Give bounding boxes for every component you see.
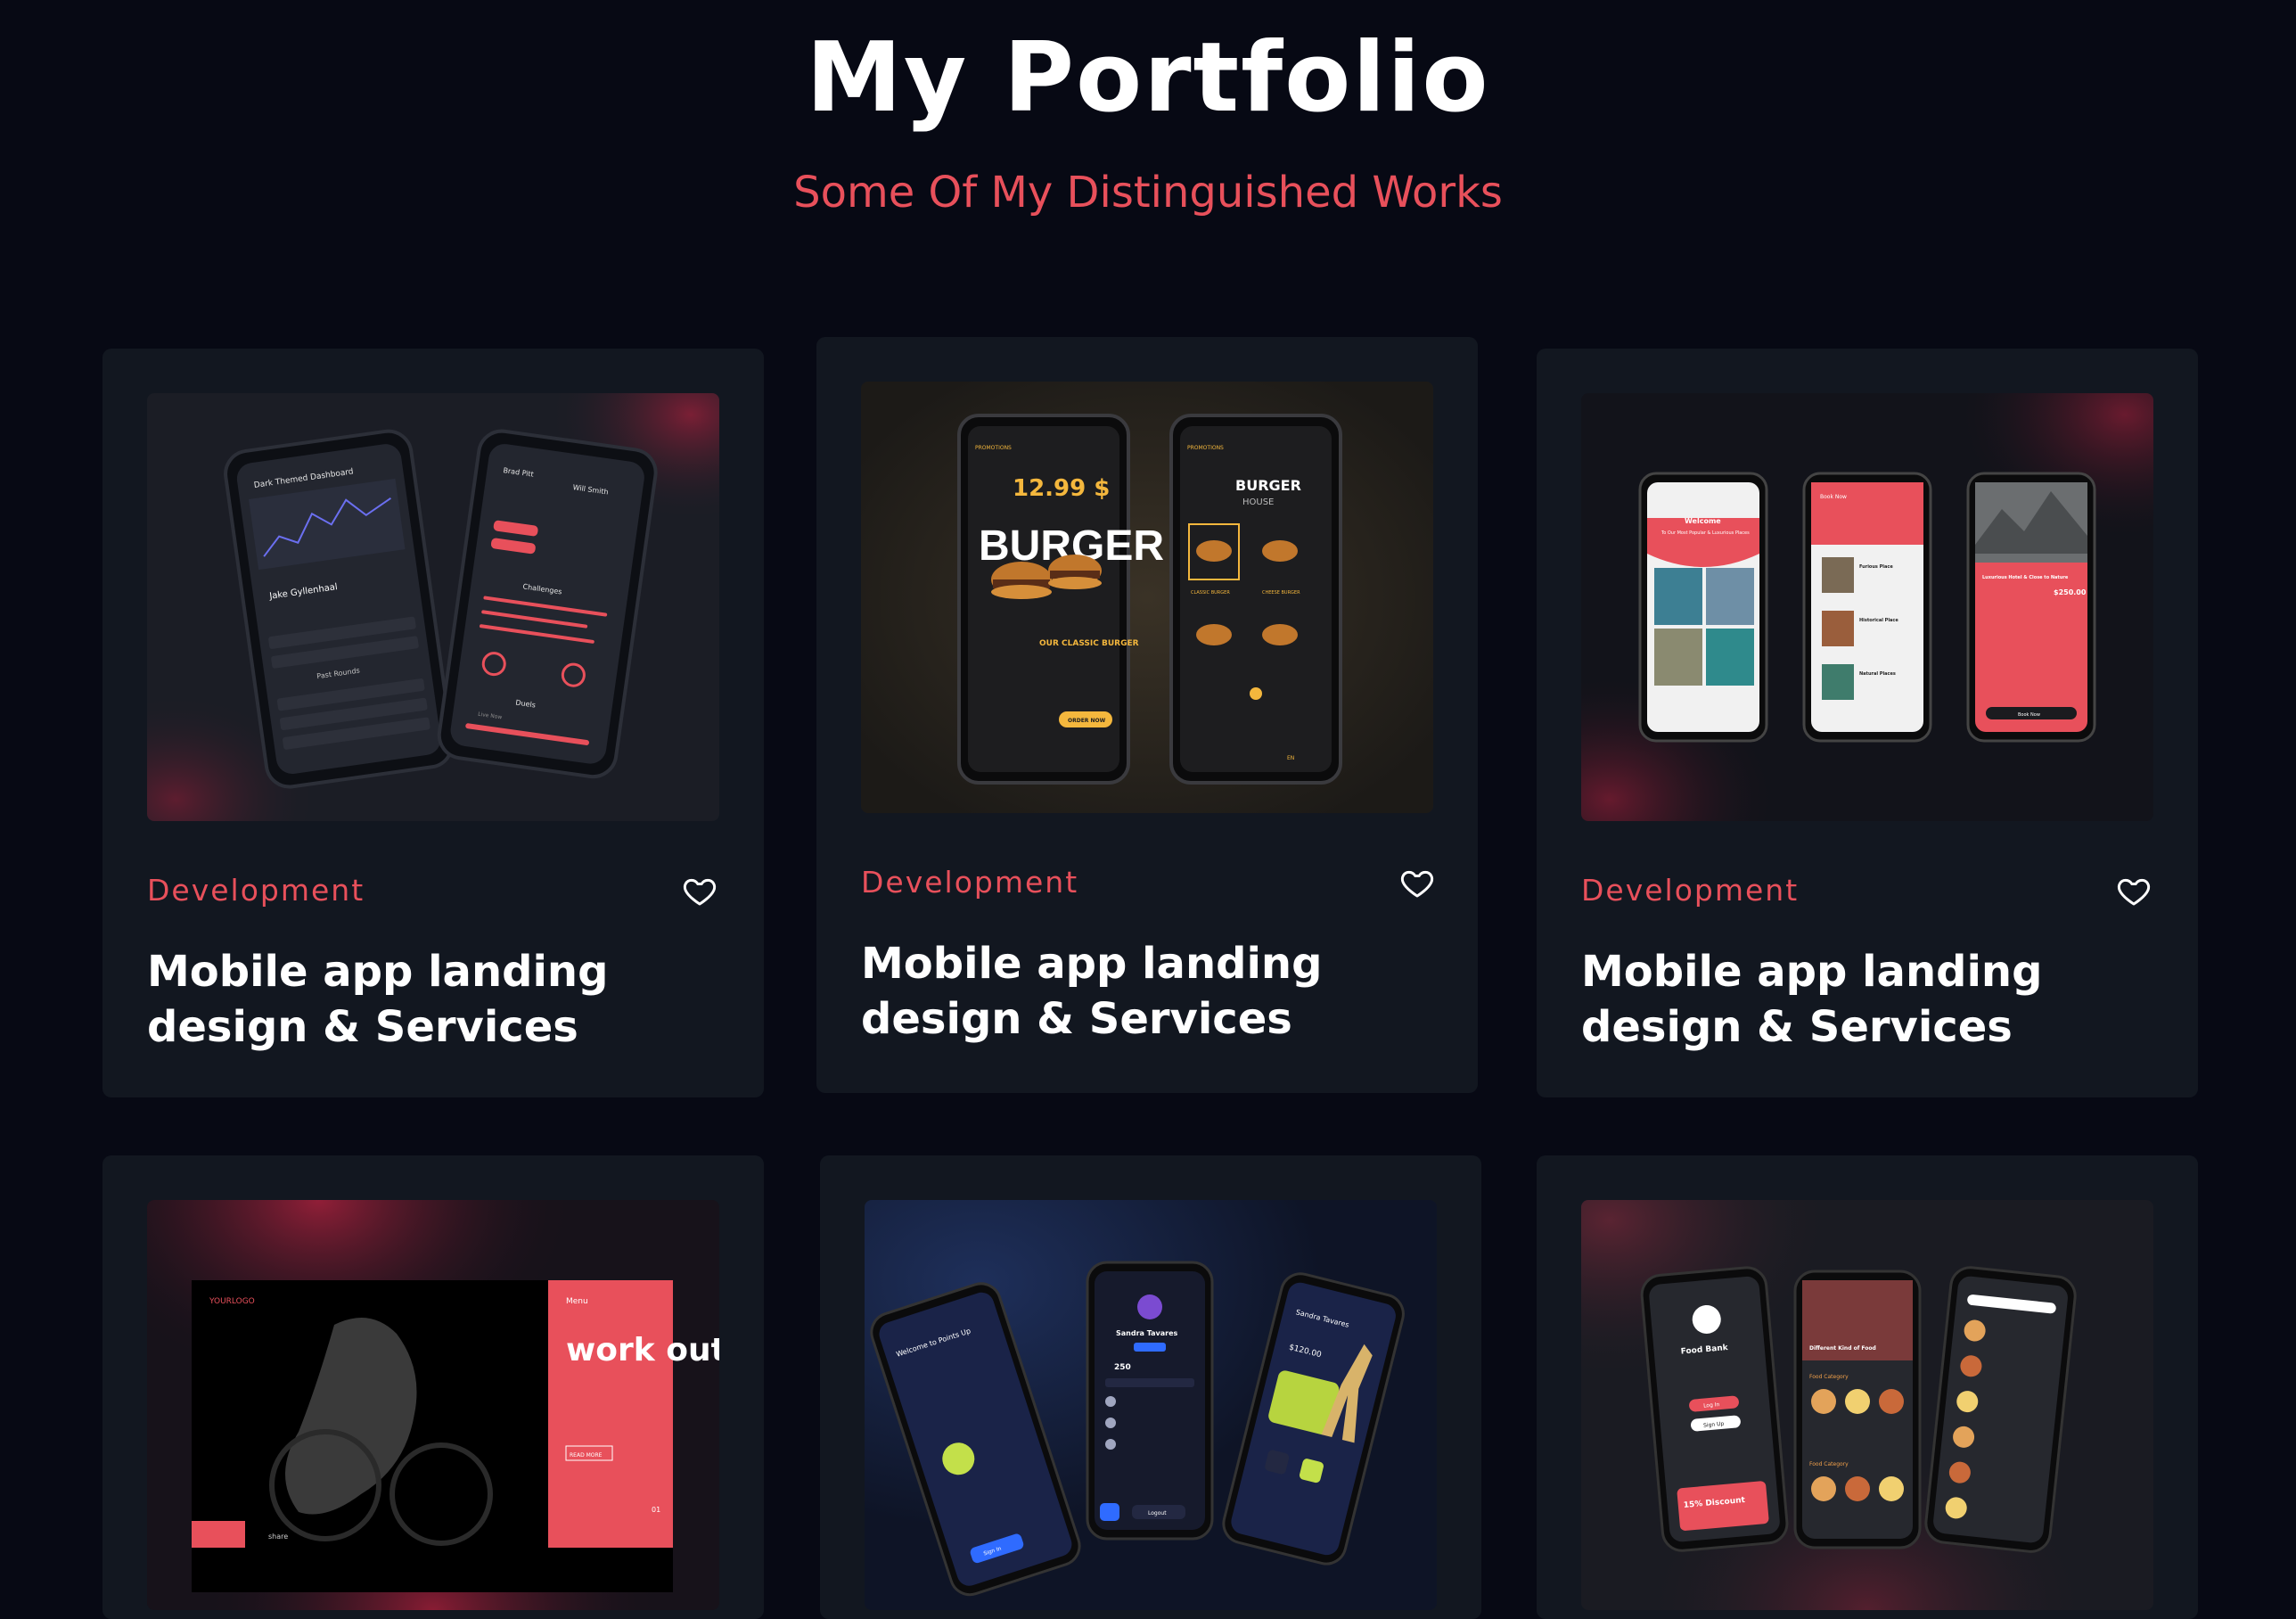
thumb-text: YOURLOGO [209,1297,255,1306]
card-thumbnail-dashboard[interactable]: Dark Themed Dashboard Jake Gyllenhaal Pa… [147,393,719,821]
thumb-text: Book Now [2018,712,2040,718]
thumb-text: ORDER NOW [1068,718,1106,724]
card-thumbnail-workout[interactable]: YOURLOGO Menu work out READ MORE 01 shar… [147,1200,719,1610]
card-thumbnail-points[interactable]: Welcome to Points Up Sign In Sandra Tava… [865,1200,1437,1610]
thumb-text: Food Category [1809,1461,1849,1467]
thumb-text: Food Category [1809,1374,1849,1380]
thumb-text: share [268,1533,288,1541]
portfolio-page: My Portfolio Some Of My Distinguished Wo… [0,0,2296,1619]
portfolio-card[interactable]: Welcome to Points Up Sign In Sandra Tava… [820,1155,1481,1619]
thumb-text: To Our Most Popular & Luxurious Places [1660,530,1750,536]
thumb-text: work out [566,1332,719,1368]
thumb-text: Furious Place [1859,564,1893,570]
thumb-text: Book Now [1820,494,1847,500]
heart-icon[interactable] [682,873,718,908]
card-thumbnail-burger[interactable]: PROMOTIONS 12.99 $ BURGER OUR CLASSIC BU… [861,382,1433,813]
thumb-text: HOUSE [1242,497,1274,507]
card-thumbnail-food[interactable]: Food Bank Log In Sign Up 15% Discount Di… [1581,1200,2153,1610]
card-thumbnail-travel[interactable]: Welcome To Our Most Popular & Luxurious … [1581,393,2153,821]
thumb-text: READ MORE [570,1452,603,1459]
points-mockup-image: Welcome to Points Up Sign In Sandra Tava… [865,1200,1437,1610]
thumb-text: Different Kind of Food [1809,1345,1876,1352]
heart-icon[interactable] [1399,865,1435,900]
thumb-text: 12.99 $ [1013,475,1110,502]
page-title: My Portfolio [806,22,1490,134]
portfolio-card[interactable]: Welcome To Our Most Popular & Luxurious … [1537,349,2198,1097]
thumb-text: Sandra Tavares [1116,1329,1178,1337]
travel-mockup-image: Welcome To Our Most Popular & Luxurious … [1581,393,2153,821]
thumb-text: Natural Places [1859,671,1896,677]
thumb-text: Logout [1148,1510,1167,1516]
card-category: Development [1581,873,1800,908]
workout-mockup-image: YOURLOGO Menu work out READ MORE 01 shar… [147,1200,719,1610]
thumb-text: EN [1287,755,1294,761]
thumb-text: PROMOTIONS [1187,445,1224,451]
heart-icon[interactable] [2116,873,2152,908]
thumb-text: CHEESE BURGER [1262,590,1300,596]
card-category: Development [861,865,1079,900]
thumb-text: Menu [566,1297,588,1306]
thumb-text: 250 [1114,1363,1131,1372]
page-subtitle: Some Of My Distinguished Works [793,168,1503,218]
thumb-text: BURGER [1235,477,1301,494]
card-category: Development [147,873,365,908]
card-title[interactable]: Mobile app landing design & Services [861,936,1449,1047]
portfolio-card[interactable]: PROMOTIONS 12.99 $ BURGER OUR CLASSIC BU… [816,337,1478,1093]
food-mockup-image: Food Bank Log In Sign Up 15% Discount Di… [1581,1200,2153,1610]
thumb-text: CLASSIC BURGER [1191,590,1230,596]
thumb-text: PROMOTIONS [975,445,1012,451]
dashboard-mockup-image: Dark Themed Dashboard Jake Gyllenhaal Pa… [147,393,719,821]
portfolio-header: My Portfolio Some Of My Distinguished Wo… [0,0,2296,219]
thumb-text: Luxurious Hotel & Close to Nature [1982,575,2069,580]
burger-mockup-image: PROMOTIONS 12.99 $ BURGER OUR CLASSIC BU… [861,382,1433,813]
thumb-text: OUR CLASSIC BURGER [1039,639,1139,648]
portfolio-card[interactable]: YOURLOGO Menu work out READ MORE 01 shar… [102,1155,764,1619]
portfolio-card[interactable]: Food Bank Log In Sign Up 15% Discount Di… [1537,1155,2198,1619]
thumb-text: Welcome [1685,517,1721,525]
thumb-text: 01 [652,1506,660,1514]
portfolio-card[interactable]: Dark Themed Dashboard Jake Gyllenhaal Pa… [102,349,764,1097]
thumb-text: Historical Place [1859,618,1898,623]
thumb-text: $250.00 [2054,588,2087,596]
card-title[interactable]: Mobile app landing design & Services [1581,944,2169,1055]
card-title[interactable]: Mobile app landing design & Services [147,944,735,1055]
